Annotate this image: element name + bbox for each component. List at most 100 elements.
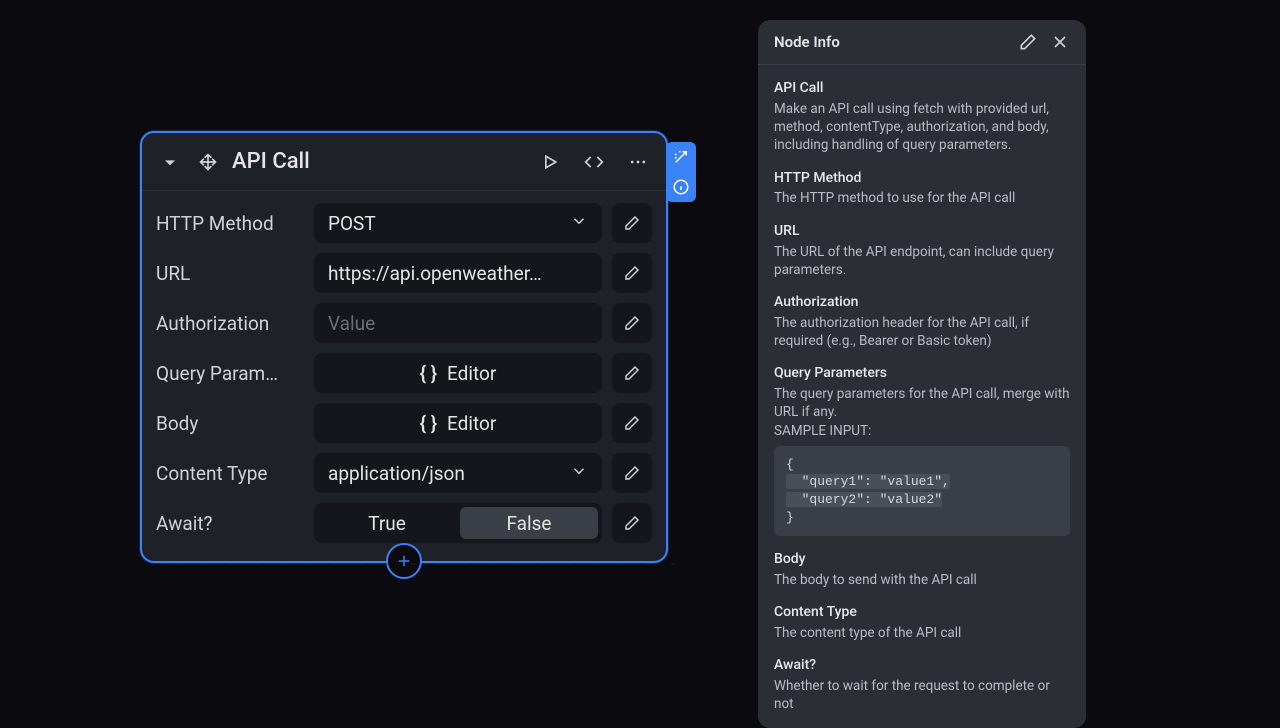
editor-label: Editor: [447, 412, 496, 435]
section-desc: The authorization header for the API cal…: [774, 314, 1070, 350]
field-query-params: Query Param… { } Editor: [156, 353, 652, 393]
field-label: Query Param…: [156, 362, 304, 385]
field-authorization: Authorization Value: [156, 303, 652, 343]
more-horizontal-icon: [628, 152, 648, 172]
drag-handle[interactable]: [194, 148, 222, 176]
await-toggle: True False: [314, 503, 602, 543]
section-desc: The HTTP method to use for the API call: [774, 189, 1070, 207]
query-params-editor-button[interactable]: { } Editor: [314, 353, 602, 393]
info-panel-body: API Call Make an API call using fetch wi…: [758, 65, 1086, 714]
field-label: Await?: [156, 512, 304, 535]
section-title: URL: [774, 222, 1070, 241]
edit-query-params-button[interactable]: [612, 353, 652, 393]
field-content-type: Content Type application/json: [156, 453, 652, 493]
section-title: Body: [774, 550, 1070, 569]
url-input[interactable]: https://api.openweather…: [314, 253, 602, 293]
pencil-icon: [623, 514, 641, 532]
field-label: Content Type: [156, 462, 304, 485]
field-label: HTTP Method: [156, 212, 304, 235]
body-editor-button[interactable]: { } Editor: [314, 403, 602, 443]
edit-url-button[interactable]: [612, 253, 652, 293]
pencil-icon: [623, 314, 641, 332]
play-icon: [540, 152, 560, 172]
authorization-input[interactable]: Value: [314, 303, 602, 343]
caret-down-icon: [160, 152, 180, 172]
info-section-api-call: API Call Make an API call using fetch wi…: [774, 79, 1070, 155]
await-true-option[interactable]: True: [318, 507, 456, 539]
info-tab[interactable]: [666, 172, 696, 202]
editor-label: Editor: [447, 362, 496, 385]
info-section-url: URL The URL of the API endpoint, can inc…: [774, 222, 1070, 279]
section-title: HTTP Method: [774, 169, 1070, 188]
code-icon: [584, 152, 604, 172]
section-desc: The query parameters for the API call, m…: [774, 385, 1070, 421]
info-section-await: Await? Whether to wait for the request t…: [774, 656, 1070, 713]
select-value: application/json: [328, 462, 465, 485]
select-value: POST: [328, 212, 376, 235]
node-title: API Call: [232, 149, 310, 174]
await-false-option[interactable]: False: [460, 507, 598, 539]
field-label: URL: [156, 262, 304, 285]
edit-http-method-button[interactable]: [612, 203, 652, 243]
node-header: API Call: [142, 133, 666, 191]
input-placeholder: Value: [328, 312, 375, 335]
section-title: API Call: [774, 79, 1070, 98]
ai-magic-tab[interactable]: [666, 142, 696, 172]
section-desc: The body to send with the API call: [774, 571, 1070, 589]
canvas-grid: [140, 558, 680, 570]
info-section-body: Body The body to send with the API call: [774, 550, 1070, 589]
close-info-button[interactable]: [1050, 32, 1070, 52]
pencil-icon: [623, 264, 641, 282]
info-section-authorization: Authorization The authorization header f…: [774, 293, 1070, 350]
edit-info-button[interactable]: [1018, 32, 1038, 52]
node-side-tabs: [666, 142, 696, 202]
edit-await-button[interactable]: [612, 503, 652, 543]
pencil-icon: [1018, 32, 1038, 52]
info-panel-title: Node Info: [774, 33, 840, 51]
field-http-method: HTTP Method POST: [156, 203, 652, 243]
section-title: Query Parameters: [774, 364, 1070, 383]
run-button[interactable]: [536, 148, 564, 176]
section-desc: Make an API call using fetch with provid…: [774, 100, 1070, 155]
field-await: Await? True False: [156, 503, 652, 543]
pencil-icon: [623, 364, 641, 382]
input-value: https://api.openweather…: [328, 262, 542, 285]
view-code-button[interactable]: [580, 148, 608, 176]
pencil-icon: [623, 214, 641, 232]
section-title: Authorization: [774, 293, 1070, 312]
field-label: Authorization: [156, 312, 304, 335]
info-panel-header: Node Info: [758, 20, 1086, 65]
node-info-panel: Node Info API Call Make an API call usin…: [758, 20, 1086, 728]
field-label: Body: [156, 412, 304, 435]
braces-icon: { }: [420, 412, 437, 435]
pencil-icon: [623, 464, 641, 482]
more-menu-button[interactable]: [624, 148, 652, 176]
pencil-icon: [623, 414, 641, 432]
collapse-toggle[interactable]: [156, 148, 184, 176]
chevron-down-icon: [570, 462, 588, 485]
sample-input-label: SAMPLE INPUT:: [774, 422, 1070, 440]
edit-authorization-button[interactable]: [612, 303, 652, 343]
info-section-query-params: Query Parameters The query parameters fo…: [774, 364, 1070, 536]
field-body: Body { } Editor: [156, 403, 652, 443]
magic-wand-icon: [672, 148, 690, 166]
sample-input-code: { "query1": "value1", "query2": "value2"…: [774, 446, 1070, 536]
move-icon: [198, 152, 218, 172]
section-desc: The content type of the API call: [774, 624, 1070, 642]
edit-body-button[interactable]: [612, 403, 652, 443]
edit-content-type-button[interactable]: [612, 453, 652, 493]
content-type-select[interactable]: application/json: [314, 453, 602, 493]
braces-icon: { }: [420, 362, 437, 385]
info-icon: [672, 178, 690, 196]
section-desc: The URL of the API endpoint, can include…: [774, 243, 1070, 279]
http-method-select[interactable]: POST: [314, 203, 602, 243]
section-desc: Whether to wait for the request to compl…: [774, 677, 1070, 713]
info-section-content-type: Content Type The content type of the API…: [774, 603, 1070, 642]
field-url: URL https://api.openweather…: [156, 253, 652, 293]
info-section-http-method: HTTP Method The HTTP method to use for t…: [774, 169, 1070, 208]
section-title: Content Type: [774, 603, 1070, 622]
api-call-node: API Call HTTP Method POST: [140, 131, 668, 563]
section-title: Await?: [774, 656, 1070, 675]
chevron-down-icon: [570, 212, 588, 235]
close-icon: [1050, 32, 1070, 52]
